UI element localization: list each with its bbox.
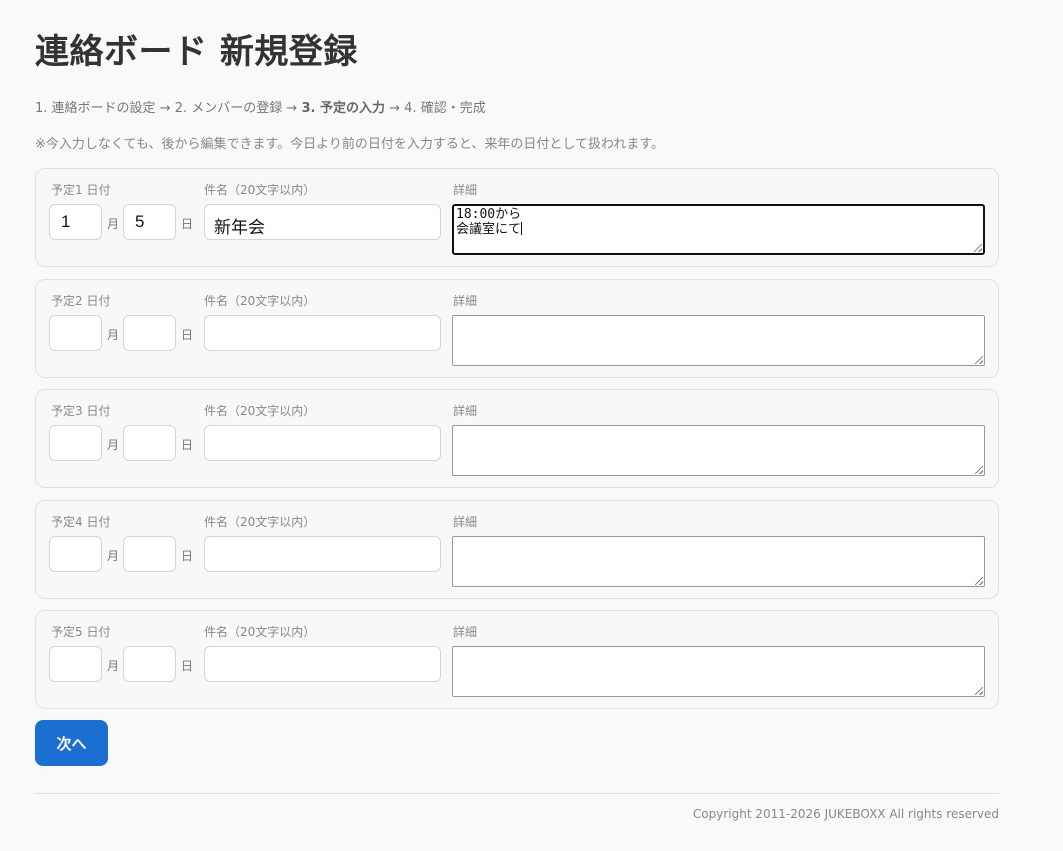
detail-label: 詳細 [453, 183, 478, 197]
month-input[interactable] [49, 535, 102, 572]
day-unit: 日 [181, 217, 194, 231]
month-input[interactable]: 1 [49, 204, 102, 240]
month-input[interactable] [49, 425, 102, 461]
step-arrow-icon: → [159, 101, 171, 116]
schedule-entry: 予定2 日付 件名（20文字以内） 詳細 月 日 [35, 278, 999, 378]
month-unit: 月 [107, 659, 120, 673]
title-input[interactable] [204, 535, 441, 572]
day-input[interactable] [123, 425, 176, 461]
page-title: 連絡ボード 新規登録 [35, 32, 358, 72]
month-unit: 月 [107, 438, 120, 452]
resize-grip-icon[interactable] [975, 466, 983, 474]
day-unit: 日 [181, 438, 194, 452]
title-label: 件名（20文字以内） [204, 404, 316, 418]
title-input[interactable]: 新年会 [204, 204, 441, 240]
date-label: 予定4 日付 [51, 514, 111, 529]
copyright-text: Copyright 2011-2026 JUKEBOXX All rights … [692, 807, 999, 821]
date-label: 予定5 日付 [51, 625, 111, 639]
detail-label: 詳細 [453, 625, 478, 639]
day-input[interactable] [123, 646, 176, 682]
detail-line: 会議室にて [456, 222, 522, 237]
detail-textarea[interactable] [452, 314, 985, 366]
title-input[interactable] [204, 425, 441, 461]
resize-grip-icon[interactable] [975, 576, 983, 585]
title-label: 件名（20文字以内） [204, 293, 316, 308]
step-3-current: 3. 予定の入力 [301, 101, 385, 116]
day-unit: 日 [181, 659, 194, 673]
month-unit: 月 [107, 327, 120, 342]
detail-textarea[interactable] [452, 535, 985, 587]
detail-textarea[interactable] [452, 425, 985, 476]
schedule-entry: 予定4 日付 件名（20文字以内） 詳細 月 日 [35, 499, 999, 599]
next-button[interactable]: 次へ [35, 720, 108, 766]
title-input[interactable] [204, 646, 441, 682]
month-input[interactable] [49, 646, 102, 682]
schedule-entries: 予定1 日付 件名（20文字以内） 詳細 1 月 5 日 新年会 18:00から… [35, 168, 999, 721]
detail-label: 詳細 [453, 293, 478, 308]
date-label: 予定2 日付 [51, 293, 111, 308]
date-label: 予定1 日付 [51, 183, 111, 197]
detail-textarea[interactable] [452, 646, 985, 697]
footer-divider [35, 793, 999, 794]
day-unit: 日 [181, 548, 194, 563]
step-1: 1. 連絡ボードの設定 [35, 101, 156, 116]
day-input[interactable]: 5 [123, 204, 176, 240]
date-label: 予定3 日付 [51, 404, 111, 418]
schedule-entry: 予定1 日付 件名（20文字以内） 詳細 1 月 5 日 新年会 18:00から… [35, 168, 999, 267]
step-2: 2. メンバーの登録 [174, 101, 283, 116]
detail-line: 18:00から [456, 207, 522, 222]
title-label: 件名（20文字以内） [204, 183, 316, 197]
resize-grip-icon[interactable] [975, 687, 983, 695]
step-arrow-icon: → [389, 101, 401, 116]
day-input[interactable] [123, 535, 176, 572]
input-note: ※今入力しなくても、後から編集できます。今日より前の日付を入力すると、来年の日付… [35, 137, 665, 152]
resize-grip-icon[interactable] [974, 244, 982, 252]
title-label: 件名（20文字以内） [204, 625, 316, 639]
month-input[interactable] [49, 314, 102, 351]
title-label: 件名（20文字以内） [204, 514, 316, 529]
step-arrow-icon: → [286, 101, 298, 116]
step-indicator: 1. 連絡ボードの設定 → 2. メンバーの登録 → 3. 予定の入力 → 4.… [35, 97, 486, 116]
month-unit: 月 [107, 548, 120, 563]
day-input[interactable] [123, 314, 176, 351]
schedule-entry: 予定5 日付 件名（20文字以内） 詳細 月 日 [35, 610, 999, 709]
resize-grip-icon[interactable] [975, 355, 983, 364]
title-input[interactable] [204, 314, 441, 351]
month-unit: 月 [107, 217, 120, 231]
detail-label: 詳細 [453, 514, 478, 529]
schedule-entry: 予定3 日付 件名（20文字以内） 詳細 月 日 [35, 389, 999, 488]
detail-label: 詳細 [453, 404, 478, 418]
day-unit: 日 [181, 327, 194, 342]
detail-textarea[interactable]: 18:00から 会議室にて [452, 204, 985, 255]
step-4: 4. 確認・完成 [404, 101, 486, 116]
text-caret [521, 222, 523, 235]
